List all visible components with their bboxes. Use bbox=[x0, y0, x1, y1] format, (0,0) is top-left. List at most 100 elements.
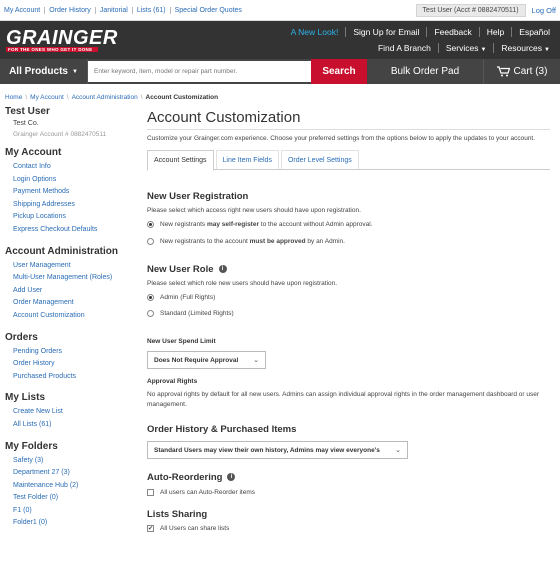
cart-button[interactable]: Cart (3) bbox=[484, 59, 560, 84]
registration-subtext: Please select which access right new use… bbox=[147, 207, 361, 214]
sidebar-item-folder-f1[interactable]: F1 (0) bbox=[13, 507, 32, 514]
link-special-order-quotes[interactable]: Special Order Quotes bbox=[171, 7, 246, 14]
registration-option-2-b: must be approved bbox=[249, 238, 306, 245]
breadcrumb-my-account[interactable]: My Account bbox=[30, 94, 64, 101]
find-branch-link[interactable]: Find A Branch bbox=[371, 43, 439, 53]
sidebar-item-order-management[interactable]: Order Management bbox=[13, 299, 74, 306]
order-history-value: Standard Users may view their own histor… bbox=[154, 446, 380, 454]
services-menu[interactable]: Services ▼ bbox=[439, 43, 495, 53]
radio-must-be-approved[interactable] bbox=[147, 238, 154, 245]
sidebar-account-number: Grainger Account # 0882470511 bbox=[13, 131, 107, 138]
sidebar-item-all-lists[interactable]: All Lists (61) bbox=[13, 421, 52, 428]
auto-reorder-heading-text: Auto-Reordering bbox=[147, 472, 223, 483]
order-history-heading: Order History & Purchased Items bbox=[147, 424, 297, 435]
espanol-link[interactable]: Español bbox=[512, 27, 554, 37]
sidebar-heading-orders: Orders bbox=[5, 331, 38, 343]
tab-account-settings[interactable]: Account Settings bbox=[147, 150, 214, 171]
sidebar-item-pickup-locations[interactable]: Pickup Locations bbox=[13, 213, 66, 220]
radio-standard-role[interactable] bbox=[147, 310, 154, 317]
info-icon[interactable]: i bbox=[218, 265, 227, 274]
sidebar-item-add-user[interactable]: Add User bbox=[13, 287, 42, 294]
registration-option-1-text: New registrants may self-register to the… bbox=[160, 221, 372, 228]
checkbox-auto-reorder[interactable] bbox=[147, 489, 154, 496]
spend-limit-select[interactable]: Does Not Require Approval ⌄ bbox=[147, 351, 266, 369]
sidebar-item-folder-maintenance-hub[interactable]: Maintenance Hub (2) bbox=[13, 482, 78, 489]
sidebar-item-purchased-products[interactable]: Purchased Products bbox=[13, 373, 76, 380]
lists-sharing-option[interactable]: ✔ All Users can share lists bbox=[147, 525, 550, 532]
info-icon[interactable]: i bbox=[227, 473, 236, 482]
role-option-admin[interactable]: Admin (Full Rights) bbox=[147, 294, 550, 301]
sidebar-item-folder-folder1[interactable]: Folder1 (0) bbox=[13, 519, 47, 526]
registration-option-approval[interactable]: New registrants to the account must be a… bbox=[147, 238, 550, 245]
tab-line-item-fields[interactable]: Line Item Fields bbox=[215, 150, 279, 169]
main-content: Account Customization Customize your Gra… bbox=[140, 106, 560, 532]
page-title: Account Customization bbox=[147, 109, 550, 130]
search-input[interactable] bbox=[88, 61, 311, 82]
role-option-admin-label: Admin (Full Rights) bbox=[160, 294, 216, 301]
sidebar-item-folder-safety[interactable]: Safety (3) bbox=[13, 457, 43, 464]
sidebar-heading-my-lists: My Lists bbox=[5, 392, 46, 404]
registration-heading: New User Registration bbox=[147, 191, 249, 202]
sidebar-item-login-options[interactable]: Login Options bbox=[13, 176, 56, 183]
help-link[interactable]: Help bbox=[480, 27, 513, 37]
sidebar-item-contact-info[interactable]: Contact Info bbox=[13, 163, 51, 170]
bulk-order-pad-button[interactable]: Bulk Order Pad bbox=[367, 59, 484, 84]
resources-menu[interactable]: Resources ▼ bbox=[494, 43, 554, 53]
link-janitorial[interactable]: Janitorial bbox=[96, 6, 133, 14]
tab-order-level-settings[interactable]: Order Level Settings bbox=[280, 150, 359, 169]
auto-reorder-option[interactable]: All users can Auto-Reorder items bbox=[147, 489, 550, 496]
sidebar-item-order-history[interactable]: Order History bbox=[13, 360, 55, 367]
role-heading: New User Role i bbox=[147, 264, 550, 275]
sidebar-item-account-customization[interactable]: Account Customization bbox=[13, 312, 85, 319]
auto-reorder-label: All users can Auto-Reorder items bbox=[160, 489, 256, 496]
page-intro: Customize your Grainger.com experience. … bbox=[147, 135, 536, 142]
registration-option-self-register[interactable]: New registrants may self-register to the… bbox=[147, 221, 550, 228]
sidebar-item-create-new-list[interactable]: Create New List bbox=[13, 408, 63, 415]
header-nav-row-1: A New Look! Sign Up for Email Feedback H… bbox=[284, 27, 554, 37]
lists-sharing-label: All Users can share lists bbox=[160, 525, 230, 532]
breadcrumb-current: Account Customization bbox=[145, 93, 219, 101]
sidebar-item-folder-test[interactable]: Test Folder (0) bbox=[13, 494, 58, 501]
registration-option-2-c: by an Admin. bbox=[305, 238, 345, 245]
chevron-down-icon: ▼ bbox=[71, 68, 78, 75]
radio-admin-role[interactable] bbox=[147, 294, 154, 301]
checkbox-lists-sharing[interactable]: ✔ bbox=[147, 525, 154, 532]
services-label: Services bbox=[445, 43, 479, 53]
sidebar-item-user-management[interactable]: User Management bbox=[13, 262, 71, 269]
new-look-link[interactable]: A New Look! bbox=[284, 27, 347, 37]
link-lists[interactable]: Lists (61) bbox=[133, 6, 171, 14]
logo-wordmark: GRAINGER bbox=[6, 26, 118, 49]
log-off-link[interactable]: Log Off bbox=[532, 6, 556, 15]
sidebar-item-payment-methods[interactable]: Payment Methods bbox=[13, 188, 69, 195]
grainger-logo[interactable]: GRAINGER FOR THE ONES WHO GET IT DONE bbox=[6, 21, 118, 59]
breadcrumb-account-admin[interactable]: Account Administration bbox=[72, 94, 138, 101]
sidebar-item-shipping-addresses[interactable]: Shipping Addresses bbox=[13, 201, 75, 208]
order-history-select[interactable]: Standard Users may view their own histor… bbox=[147, 441, 408, 459]
approval-rights-text: No approval rights by default for all ne… bbox=[147, 391, 540, 408]
sidebar-item-pending-orders[interactable]: Pending Orders bbox=[13, 348, 62, 355]
sidebar-heading-my-account: My Account bbox=[5, 147, 62, 158]
lists-sharing-heading: Lists Sharing bbox=[147, 509, 208, 520]
link-my-account[interactable]: My Account bbox=[4, 6, 46, 14]
sidebar-item-express-checkout[interactable]: Express Checkout Defaults bbox=[13, 226, 97, 233]
search-button[interactable]: Search bbox=[311, 59, 367, 84]
chevron-down-icon: ▼ bbox=[544, 47, 550, 53]
email-signup-link[interactable]: Sign Up for Email bbox=[346, 27, 428, 37]
registration-option-1-a: New registrants bbox=[160, 221, 207, 228]
role-option-standard[interactable]: Standard (Limited Rights) bbox=[147, 310, 550, 317]
link-order-history[interactable]: Order History bbox=[45, 6, 96, 14]
sidebar-item-folder-department-27[interactable]: Department 27 (3) bbox=[13, 469, 70, 476]
approval-rights-heading: Approval Rights bbox=[147, 378, 198, 385]
utility-bar: My Account Order History Janitorial List… bbox=[0, 0, 560, 21]
breadcrumb-separator: \ bbox=[25, 93, 28, 101]
breadcrumb-home[interactable]: Home bbox=[5, 94, 22, 101]
sidebar-item-multi-user-management[interactable]: Multi-User Management (Roles) bbox=[13, 274, 112, 281]
role-subtext: Please select which role new users shoul… bbox=[147, 280, 338, 287]
logo-tagline: FOR THE ONES WHO GET IT DONE bbox=[6, 46, 98, 52]
radio-self-register[interactable] bbox=[147, 221, 154, 228]
feedback-link[interactable]: Feedback bbox=[427, 27, 480, 37]
all-products-button[interactable]: All Products ▼ bbox=[0, 59, 88, 84]
chevron-down-icon: ⌄ bbox=[395, 447, 401, 454]
user-account-pill[interactable]: Test User (Acct # 0882470511) bbox=[415, 3, 526, 17]
registration-option-2-text: New registrants to the account must be a… bbox=[160, 238, 345, 245]
